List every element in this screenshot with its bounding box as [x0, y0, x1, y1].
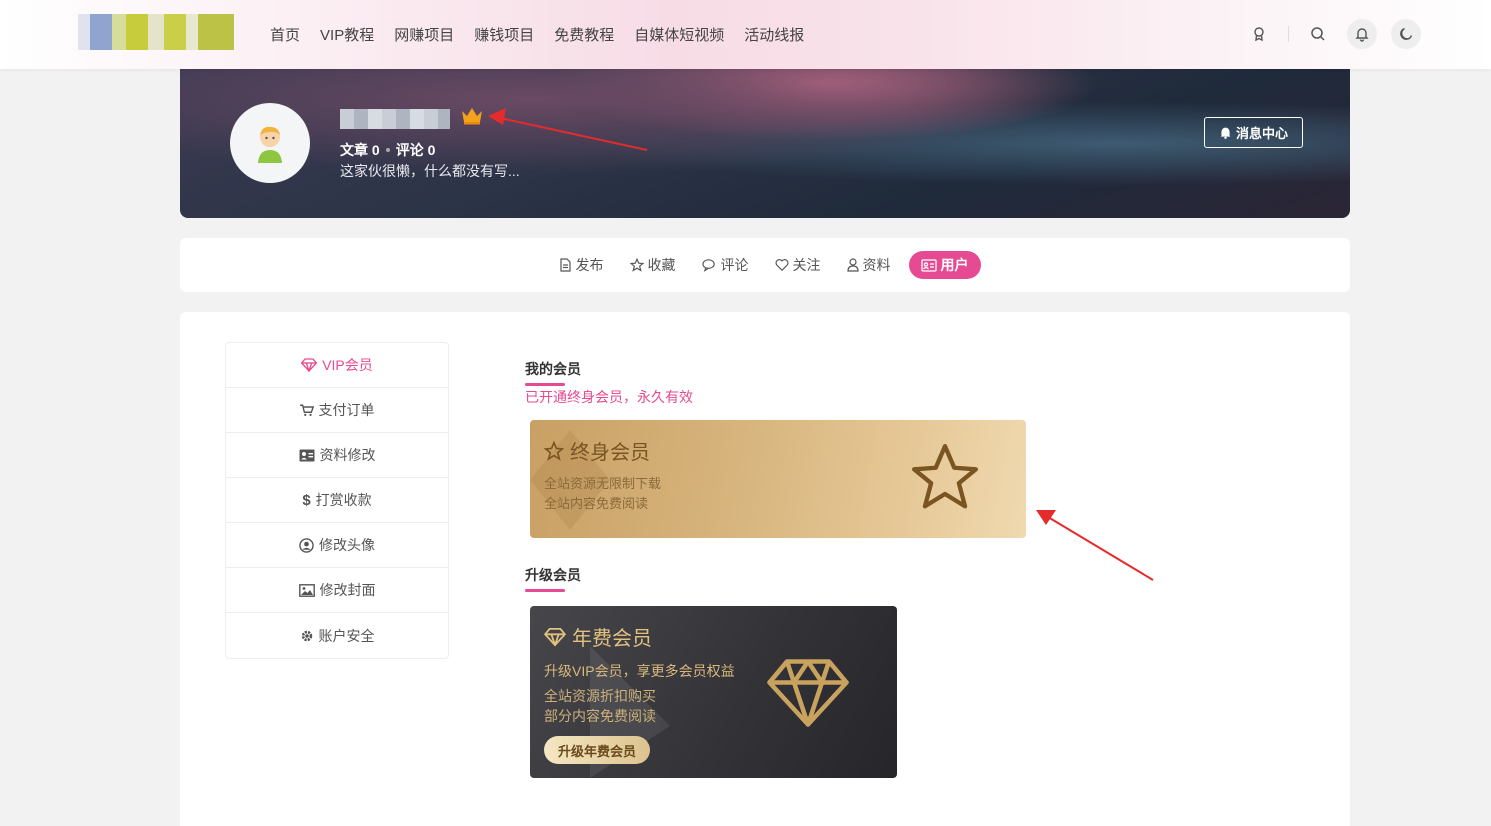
comments-icon — [701, 259, 715, 272]
sidebar-item-orders[interactable]: 支付订单 — [226, 388, 448, 433]
user-icon — [846, 258, 859, 272]
sidebar-item-label: 支付订单 — [318, 402, 375, 418]
tab-label: 收藏 — [647, 257, 676, 273]
tab-label: 用户 — [940, 257, 969, 273]
nav-link-online-earning[interactable]: 网赚项目 — [394, 24, 454, 45]
benefit-line: 全站内容免费阅读 — [544, 496, 649, 511]
nav-link-vip-tutorial[interactable]: VIP教程 — [320, 24, 374, 45]
my-membership-title: 我的会员 — [525, 359, 581, 386]
annual-card-benefits: 全站资源折扣购买 部分内容免费阅读 — [544, 686, 656, 726]
sidebar-item-security[interactable]: 账户安全 — [226, 613, 448, 658]
badge-icon[interactable] — [1244, 19, 1274, 49]
profile-tabs: 发布 收藏 评论 关注 资料 用户 — [180, 238, 1350, 292]
star-icon — [629, 258, 644, 272]
crown-icon — [460, 105, 484, 130]
comments-count: 评论 0 — [395, 142, 436, 158]
nav-actions — [1244, 19, 1421, 49]
site-logo[interactable] — [78, 14, 234, 50]
sidebar-item-label: VIP会员 — [322, 357, 373, 373]
upgrade-annual-button[interactable]: 升级年费会员 — [544, 736, 651, 764]
diamond-icon — [301, 358, 318, 372]
star-icon — [544, 440, 564, 461]
upgrade-membership-title: 升级会员 — [525, 565, 581, 592]
sidebar-item-vip[interactable]: VIP会员 — [226, 343, 448, 388]
username-blurred — [340, 109, 450, 129]
large-diamond-icon — [767, 659, 849, 727]
nav-divider — [1288, 26, 1289, 42]
tab-profile-info[interactable]: 资料 — [839, 251, 899, 279]
nav-link-money-projects[interactable]: 赚钱项目 — [474, 24, 534, 45]
diamond-icon — [544, 627, 566, 646]
top-navbar: 首页 VIP教程 网赚项目 赚钱项目 免费教程 自媒体短视频 活动线报 — [0, 0, 1491, 69]
sidebar-item-label: 修改头像 — [319, 537, 375, 553]
avatar[interactable] — [230, 103, 310, 183]
large-star-icon — [912, 444, 978, 509]
message-center-button[interactable]: 消息中心 — [1204, 117, 1303, 148]
user-center-panel: VIP会员 支付订单 资料修改 $ 打赏收款 修改头像 修改封面 账户安全 我的… — [180, 312, 1350, 826]
benefit-line: 全站资源折扣购买 — [544, 688, 656, 704]
user-circle-icon — [299, 537, 314, 553]
annual-membership-card: 年费会员 升级VIP会员，享更多会员权益 全站资源折扣购买 部分内容免费阅读 升… — [530, 606, 897, 778]
lifetime-card-benefits: 全站资源无限制下载 全站内容免费阅读 — [544, 474, 661, 514]
benefit-line: 部分内容免费阅读 — [544, 708, 656, 724]
bell-icon — [1220, 127, 1231, 139]
sidebar-item-label: 资料修改 — [319, 447, 376, 463]
tab-favorites[interactable]: 收藏 — [622, 251, 684, 279]
lifetime-card-title-text: 终身会员 — [570, 442, 650, 464]
tab-user[interactable]: 用户 — [908, 251, 981, 279]
sidebar-item-rewards[interactable]: $ 打赏收款 — [226, 478, 448, 523]
benefit-line: 全站资源无限制下载 — [544, 476, 662, 491]
main-nav: 首页 VIP教程 网赚项目 赚钱项目 免费教程 自媒体短视频 活动线报 — [270, 24, 804, 45]
gear-icon — [301, 630, 312, 641]
tab-label: 资料 — [862, 257, 891, 273]
sidebar-item-label: 账户安全 — [318, 627, 375, 644]
user-stats: 文章 0 评论 0 — [340, 140, 435, 160]
sidebar-item-label: 打赏收款 — [315, 492, 372, 508]
annual-card-title: 年费会员 — [544, 622, 652, 651]
tab-follow[interactable]: 关注 — [767, 251, 829, 279]
profile-banner: 文章 0 评论 0 这家伙很懒，什么都没有写... 消息中心 — [180, 69, 1350, 218]
stats-dot — [385, 148, 390, 152]
dollar-icon: $ — [302, 491, 311, 509]
tab-label: 发布 — [575, 257, 604, 273]
sidebar-item-label: 修改封面 — [319, 582, 376, 598]
tab-publish[interactable]: 发布 — [550, 251, 612, 279]
search-icon[interactable] — [1303, 19, 1333, 49]
tab-label: 评论 — [720, 257, 749, 273]
nav-link-activity-news[interactable]: 活动线报 — [744, 24, 804, 45]
membership-status: 已开通终身会员，永久有效 — [525, 389, 693, 405]
heart-icon — [775, 259, 788, 272]
id-card-icon — [299, 449, 314, 461]
message-center-label: 消息中心 — [1235, 126, 1288, 141]
moon-icon[interactable] — [1391, 19, 1421, 49]
bell-icon[interactable] — [1347, 19, 1377, 49]
sidebar-item-cover[interactable]: 修改封面 — [226, 568, 448, 613]
tab-label: 关注 — [792, 257, 821, 273]
user-bio: 这家伙很懒，什么都没有写... — [340, 163, 520, 179]
sidebar-item-avatar[interactable]: 修改头像 — [226, 523, 448, 568]
tab-comments[interactable]: 评论 — [694, 251, 757, 279]
lifetime-card-title: 终身会员 — [544, 436, 650, 465]
cart-icon — [299, 404, 314, 416]
annual-card-subtitle: 升级VIP会员，享更多会员权益 — [544, 663, 735, 679]
nav-link-home[interactable]: 首页 — [270, 24, 300, 45]
lifetime-membership-card: 终身会员 全站资源无限制下载 全站内容免费阅读 — [530, 420, 1026, 538]
sidebar-menu: VIP会员 支付订单 资料修改 $ 打赏收款 修改头像 修改封面 账户安全 — [225, 342, 449, 659]
nav-link-free-tutorial[interactable]: 免费教程 — [554, 24, 614, 45]
articles-count: 文章 0 — [340, 142, 380, 158]
user-avatar-icon — [258, 126, 282, 163]
sidebar-item-edit-profile[interactable]: 资料修改 — [226, 433, 448, 478]
nav-link-short-video[interactable]: 自媒体短视频 — [634, 24, 724, 45]
annual-card-title-text: 年费会员 — [572, 628, 652, 650]
id-card-icon — [920, 258, 937, 272]
document-icon — [559, 258, 571, 272]
image-icon — [298, 583, 315, 597]
